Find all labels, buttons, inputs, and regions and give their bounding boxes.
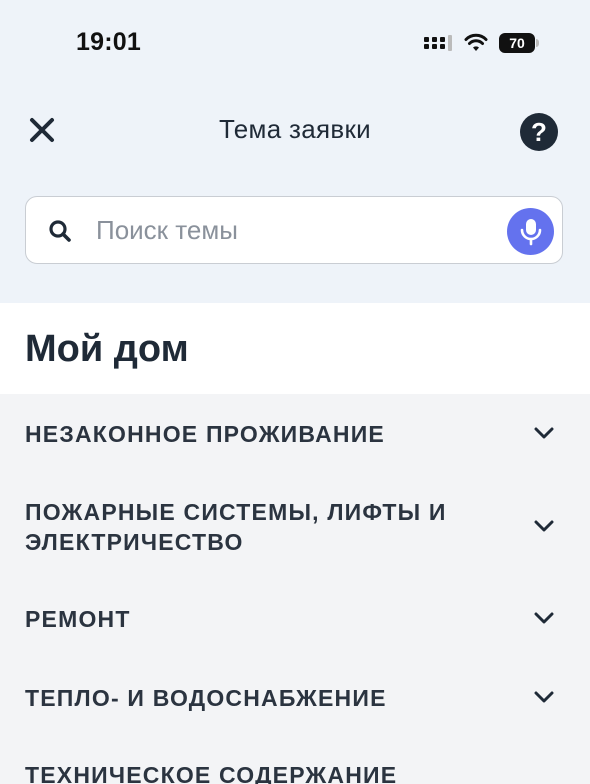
topic-item[interactable]: ТЕПЛО- И ВОДОСНАБЖЕНИЕ xyxy=(0,658,590,735)
search-box xyxy=(25,196,563,264)
help-icon: ? xyxy=(531,117,547,147)
chevron-down-icon xyxy=(534,520,554,532)
topic-item[interactable]: ТЕХНИЧЕСКОЕ СОДЕРЖАНИЕ xyxy=(0,735,590,784)
search-icon xyxy=(49,220,71,242)
cellular-signal-icon xyxy=(424,35,452,51)
wifi-icon xyxy=(464,33,488,51)
topic-label: НЕЗАКОННОЕ ПРОЖИВАНИЕ xyxy=(25,421,385,447)
battery-indicator: 70 xyxy=(499,33,539,54)
chevron-down-icon xyxy=(534,612,554,624)
topic-label: РЕМОНТ xyxy=(25,606,131,632)
topic-item[interactable]: НЕЗАКОННОЕ ПРОЖИВАНИЕ xyxy=(0,394,590,472)
chevron-down-icon xyxy=(534,691,554,703)
search-input[interactable] xyxy=(96,211,496,249)
header: Тема заявки ? xyxy=(0,90,590,174)
topic-list: НЕЗАКОННОЕ ПРОЖИВАНИЕ ПОЖАРНЫЕ СИСТЕМЫ, … xyxy=(0,394,590,784)
battery-tip xyxy=(536,39,539,47)
status-bar: 19:01 70 xyxy=(0,0,590,88)
battery-level: 70 xyxy=(499,33,535,53)
page-title: Тема заявки xyxy=(219,114,371,144)
topic-label: ПОЖАРНЫЕ СИСТЕМЫ, ЛИФТЫ И ЭЛЕКТРИЧЕСТВО xyxy=(25,499,447,555)
chevron-down-icon xyxy=(534,427,554,439)
microphone-icon xyxy=(520,218,541,245)
topic-item[interactable]: ПОЖАРНЫЕ СИСТЕМЫ, ЛИФТЫ И ЭЛЕКТРИЧЕСТВО xyxy=(0,472,590,579)
topic-label: ТЕПЛО- И ВОДОСНАБЖЕНИЕ xyxy=(25,685,387,711)
topic-label: ТЕХНИЧЕСКОЕ СОДЕРЖАНИЕ xyxy=(25,762,398,784)
section-title: Мой дом xyxy=(25,328,189,370)
topic-item[interactable]: РЕМОНТ xyxy=(0,579,590,658)
top-panel: 19:01 70 Тема заявки ? xyxy=(0,0,590,303)
voice-search-button[interactable] xyxy=(507,208,554,255)
help-button[interactable]: ? xyxy=(520,113,558,151)
status-time: 19:01 xyxy=(76,28,141,56)
section-header: Мой дом xyxy=(0,303,590,394)
